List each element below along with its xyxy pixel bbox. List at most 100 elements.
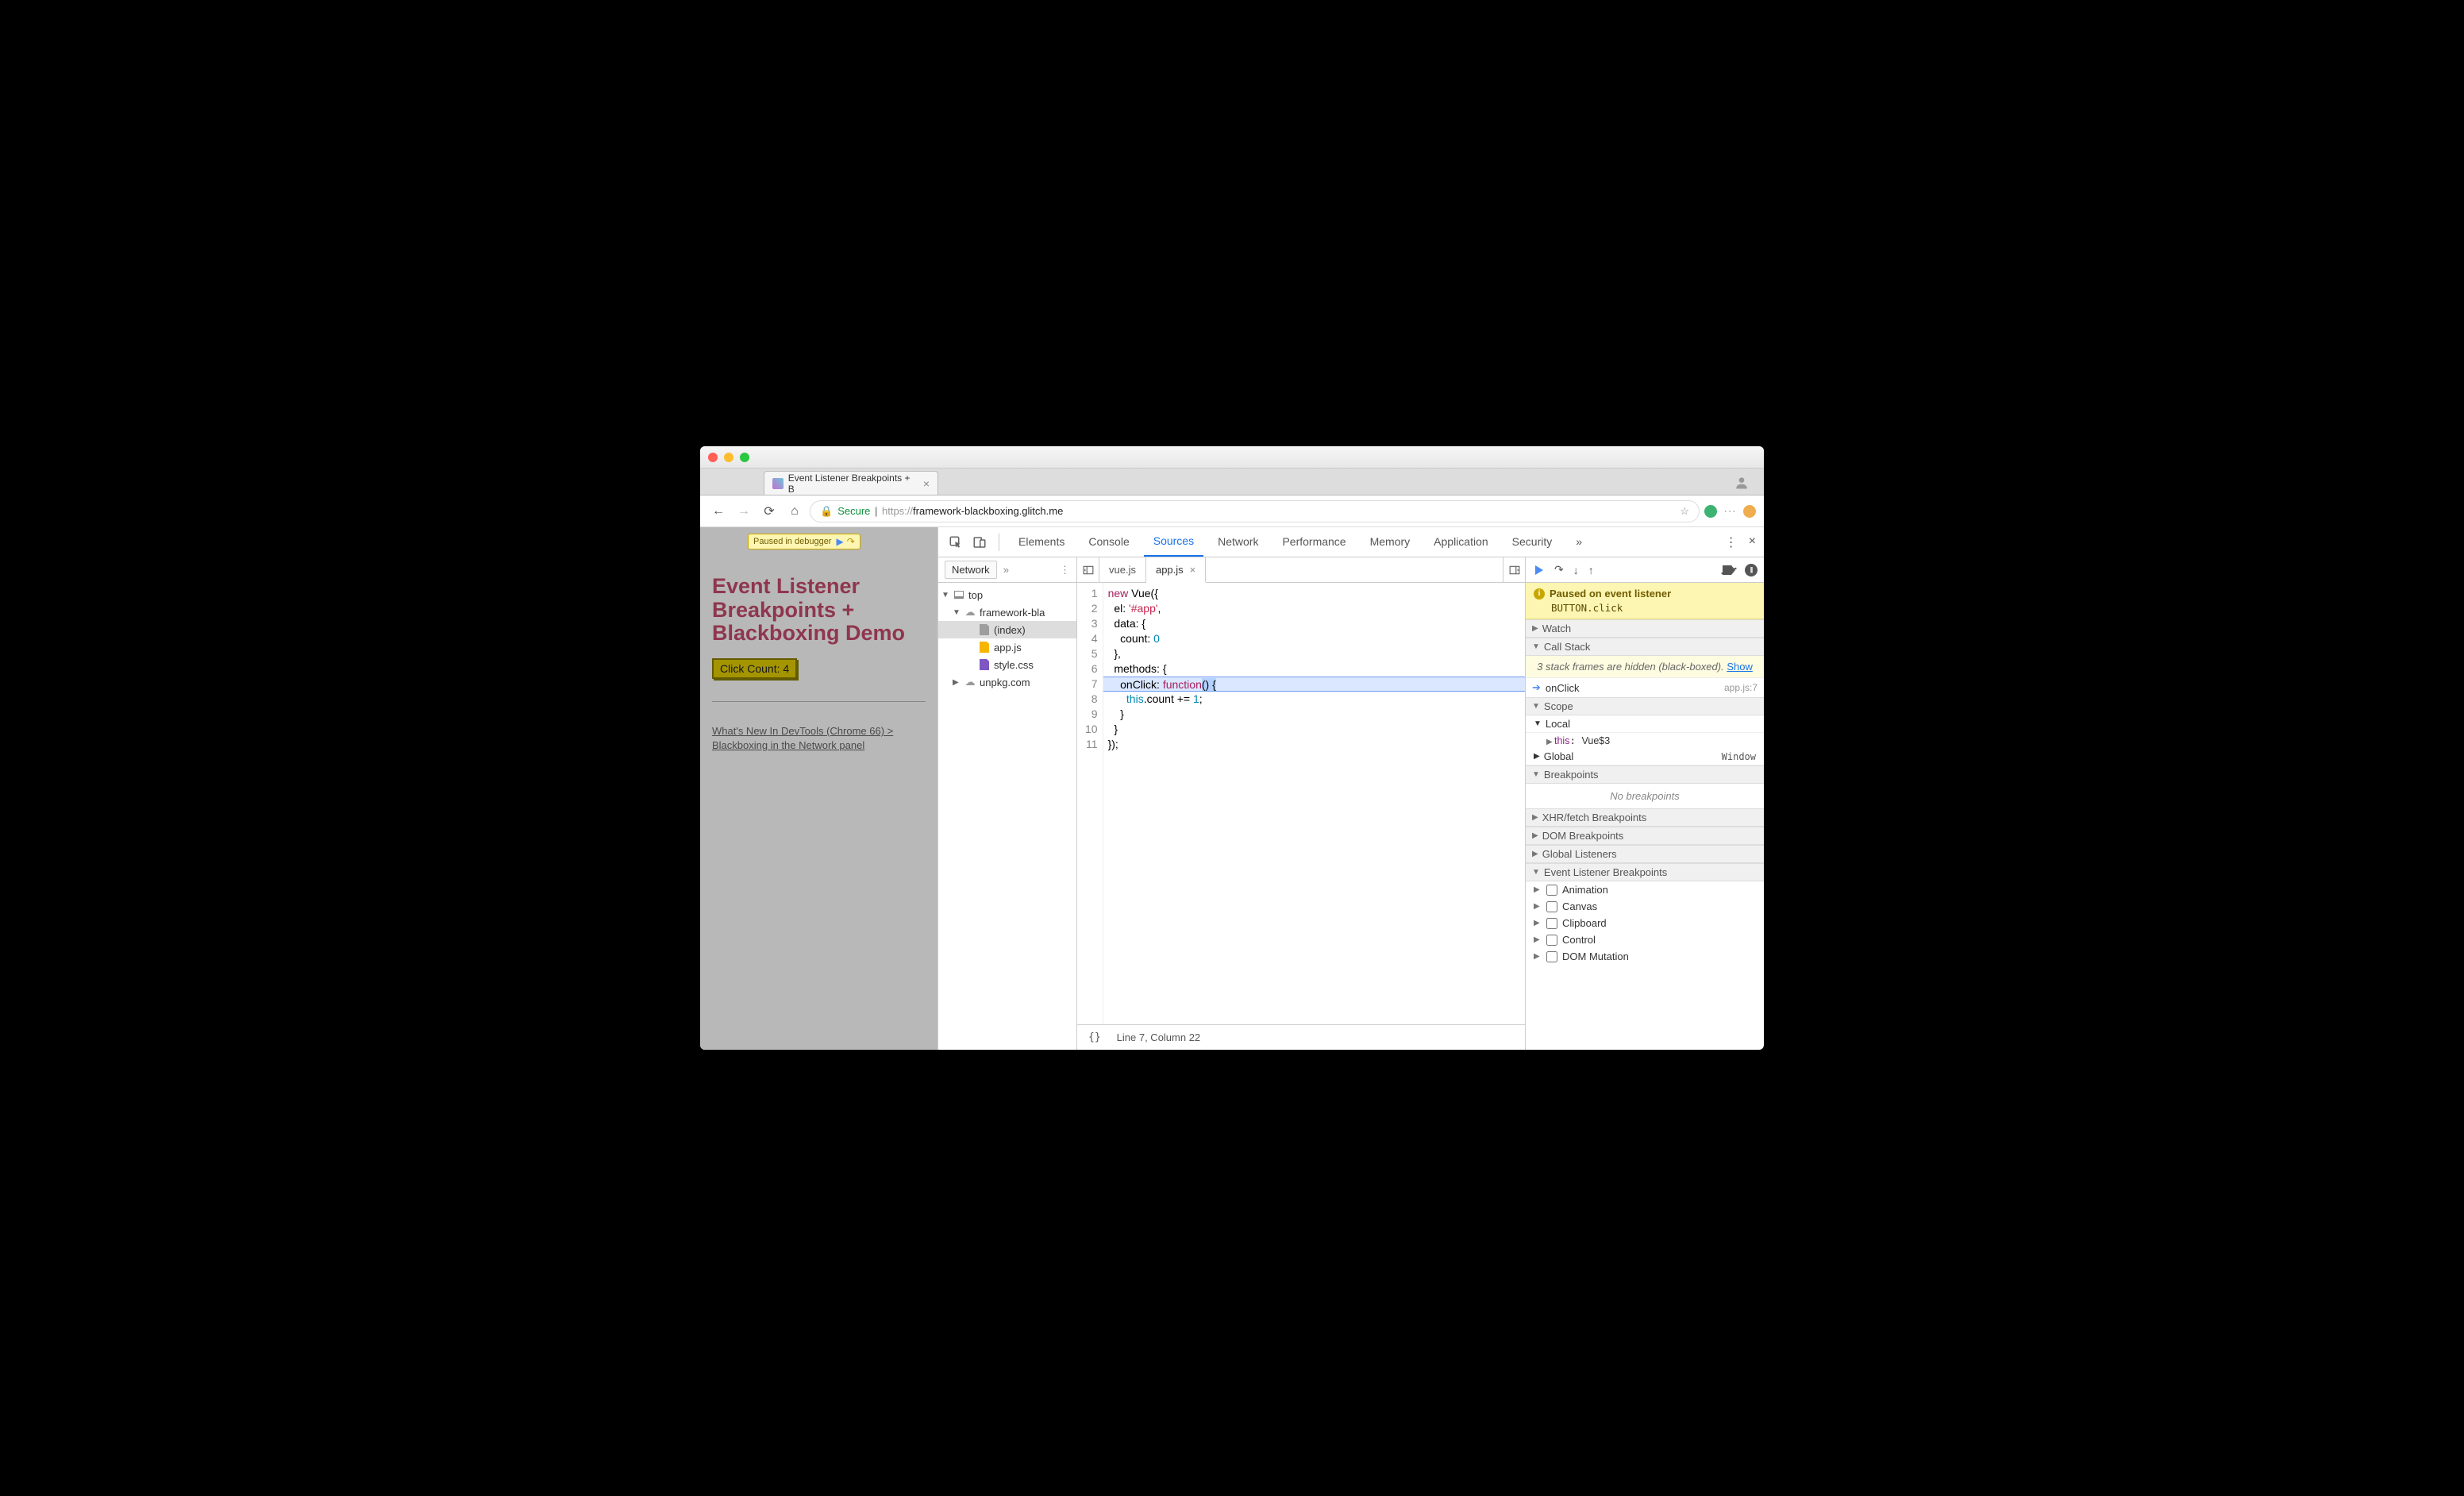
section-breakpoints[interactable]: ▼Breakpoints — [1526, 765, 1764, 784]
info-icon: i — [1534, 588, 1545, 600]
elb-checkbox[interactable] — [1546, 901, 1557, 912]
scope-this[interactable]: ▶this: Vue$3 — [1526, 733, 1764, 748]
tab-security[interactable]: Security — [1503, 529, 1562, 556]
bookmark-star-icon[interactable]: ☆ — [1680, 505, 1689, 518]
section-scope[interactable]: ▼Scope — [1526, 697, 1764, 715]
back-button[interactable]: ← — [708, 501, 729, 522]
resume-button[interactable] — [1532, 565, 1545, 576]
debugger-panel: ↷ ↓ ↑ || iPaused on event listener BUTTO… — [1526, 557, 1764, 1050]
section-callstack[interactable]: ▼Call Stack — [1526, 638, 1764, 656]
toggle-navigator-icon[interactable] — [1077, 557, 1099, 582]
step-over-button[interactable]: ↷ — [1554, 563, 1564, 576]
section-watch[interactable]: ▶Watch — [1526, 619, 1764, 638]
url-field[interactable]: 🔒 Secure | https:// framework-blackboxin… — [810, 500, 1700, 522]
pause-on-exceptions-button[interactable]: || — [1745, 564, 1758, 576]
toggle-debugger-icon[interactable] — [1503, 557, 1525, 582]
addr-extensions: ⋯ — [1704, 503, 1756, 519]
file-tree-node[interactable]: ▶☁unpkg.com — [938, 673, 1076, 691]
step-over-icon[interactable]: ↷ — [847, 536, 855, 547]
line-gutter: 1234567891011 — [1077, 583, 1103, 1024]
elb-category[interactable]: ▶Canvas — [1526, 898, 1764, 915]
tab-more[interactable]: » — [1566, 529, 1592, 556]
editor-tab-close-icon[interactable]: × — [1190, 564, 1196, 576]
browser-window: Event Listener Breakpoints + B × ← → ⟳ ⌂… — [700, 446, 1764, 1050]
cursor-position: Line 7, Column 22 — [1117, 1031, 1201, 1043]
paused-label: Paused in debugger — [753, 537, 831, 546]
inspect-icon[interactable] — [946, 533, 965, 552]
stack-frame[interactable]: ➔ onClick app.js:7 — [1526, 678, 1764, 697]
elb-category[interactable]: ▶Animation — [1526, 881, 1764, 898]
forward-button[interactable]: → — [733, 501, 754, 522]
pretty-print-icon[interactable]: {} — [1088, 1031, 1101, 1043]
address-bar: ← → ⟳ ⌂ 🔒 Secure | https:// framework-bl… — [700, 495, 1764, 527]
elb-category[interactable]: ▶Clipboard — [1526, 915, 1764, 931]
tab-memory[interactable]: Memory — [1361, 529, 1420, 556]
tab-title: Event Listener Breakpoints + B — [788, 472, 917, 495]
browser-tab[interactable]: Event Listener Breakpoints + B × — [764, 471, 938, 495]
file-tree-node[interactable]: style.css — [938, 656, 1076, 673]
url-host: framework-blackboxing.glitch.me — [913, 505, 1063, 517]
navigator-more-icon[interactable]: » — [1003, 564, 1009, 576]
navigator-kebab-icon[interactable]: ⋮ — [1060, 564, 1070, 576]
tab-console[interactable]: Console — [1079, 529, 1138, 556]
tab-favicon — [772, 478, 783, 489]
tab-close-icon[interactable]: × — [923, 477, 930, 490]
extension-dots-icon[interactable]: ⋯ — [1723, 503, 1737, 519]
step-into-button[interactable]: ↓ — [1573, 564, 1579, 576]
blackbox-show-link[interactable]: Show — [1727, 661, 1753, 673]
file-tree-node[interactable]: ▼☁framework-bla — [938, 603, 1076, 621]
tab-network[interactable]: Network — [1208, 529, 1268, 556]
profile-icon[interactable] — [1734, 475, 1750, 491]
step-out-button[interactable]: ↑ — [1588, 564, 1594, 576]
resume-icon[interactable]: ▶ — [836, 536, 843, 547]
macos-zoom-dot[interactable] — [740, 453, 749, 462]
file-tree-node[interactable]: (index) — [938, 621, 1076, 638]
elb-checkbox[interactable] — [1546, 935, 1557, 946]
extension-yellow-icon[interactable] — [1743, 505, 1756, 518]
navigator-tabs: Network » ⋮ — [938, 557, 1076, 583]
code-editor[interactable]: 1234567891011 new Vue({ el: '#app', data… — [1077, 583, 1525, 1024]
scope-local[interactable]: ▼Local — [1526, 715, 1764, 733]
sources-navigator: Network » ⋮ ▼top▼☁framework-bla(index)ap… — [938, 557, 1077, 1050]
devtools-kebab-icon[interactable]: ⋮ — [1725, 534, 1738, 550]
deactivate-breakpoints-button[interactable] — [1723, 565, 1735, 575]
elb-category[interactable]: ▶Control — [1526, 931, 1764, 948]
elb-list: ▶Animation▶Canvas▶Clipboard▶Control▶DOM … — [1526, 881, 1764, 965]
tab-elements[interactable]: Elements — [1009, 529, 1074, 556]
elb-checkbox[interactable] — [1546, 885, 1557, 896]
section-event-listener-breakpoints[interactable]: ▼Event Listener Breakpoints — [1526, 863, 1764, 881]
file-tree-node[interactable]: app.js — [938, 638, 1076, 656]
secure-label: Secure — [837, 505, 870, 517]
navigator-tab-network[interactable]: Network — [945, 561, 997, 579]
extension-green-icon[interactable] — [1704, 505, 1717, 518]
device-toggle-icon[interactable] — [970, 533, 989, 552]
current-frame-icon: ➔ — [1532, 681, 1541, 694]
paused-banner: iPaused on event listener BUTTON.click — [1526, 583, 1764, 619]
scope-global[interactable]: ▶GlobalWindow — [1526, 748, 1764, 765]
file-tree[interactable]: ▼top▼☁framework-bla(index)app.jsstyle.cs… — [938, 583, 1076, 1050]
editor-tab-app[interactable]: app.js× — [1146, 557, 1206, 583]
devtools-body: Network » ⋮ ▼top▼☁framework-bla(index)ap… — [938, 557, 1764, 1050]
devtools-close-icon[interactable]: × — [1749, 534, 1756, 550]
tab-application[interactable]: Application — [1424, 529, 1498, 556]
section-xhr-breakpoints[interactable]: ▶XHR/fetch Breakpoints — [1526, 808, 1764, 827]
macos-minimize-dot[interactable] — [724, 453, 733, 462]
editor-tab-vue[interactable]: vue.js — [1099, 557, 1146, 582]
section-global-listeners[interactable]: ▶Global Listeners — [1526, 845, 1764, 863]
editor-status-bar: {} Line 7, Column 22 — [1077, 1024, 1525, 1050]
elb-category[interactable]: ▶DOM Mutation — [1526, 948, 1764, 965]
devtools-tabs: Elements Console Sources Network Perform… — [938, 527, 1764, 557]
paused-overlay-badge: Paused in debugger ▶ ↷ — [748, 534, 860, 549]
section-dom-breakpoints[interactable]: ▶DOM Breakpoints — [1526, 827, 1764, 845]
elb-checkbox[interactable] — [1546, 918, 1557, 929]
lock-icon: 🔒 — [820, 505, 833, 518]
debugger-overlay — [700, 527, 937, 1050]
file-tree-node[interactable]: ▼top — [938, 586, 1076, 603]
elb-checkbox[interactable] — [1546, 951, 1557, 962]
reload-button[interactable]: ⟳ — [759, 501, 780, 522]
tab-performance[interactable]: Performance — [1272, 529, 1355, 556]
home-button[interactable]: ⌂ — [784, 501, 805, 522]
macos-close-dot[interactable] — [708, 453, 718, 462]
tab-sources[interactable]: Sources — [1144, 528, 1203, 557]
code-lines: new Vue({ el: '#app', data: { count: 0 }… — [1103, 583, 1525, 1024]
